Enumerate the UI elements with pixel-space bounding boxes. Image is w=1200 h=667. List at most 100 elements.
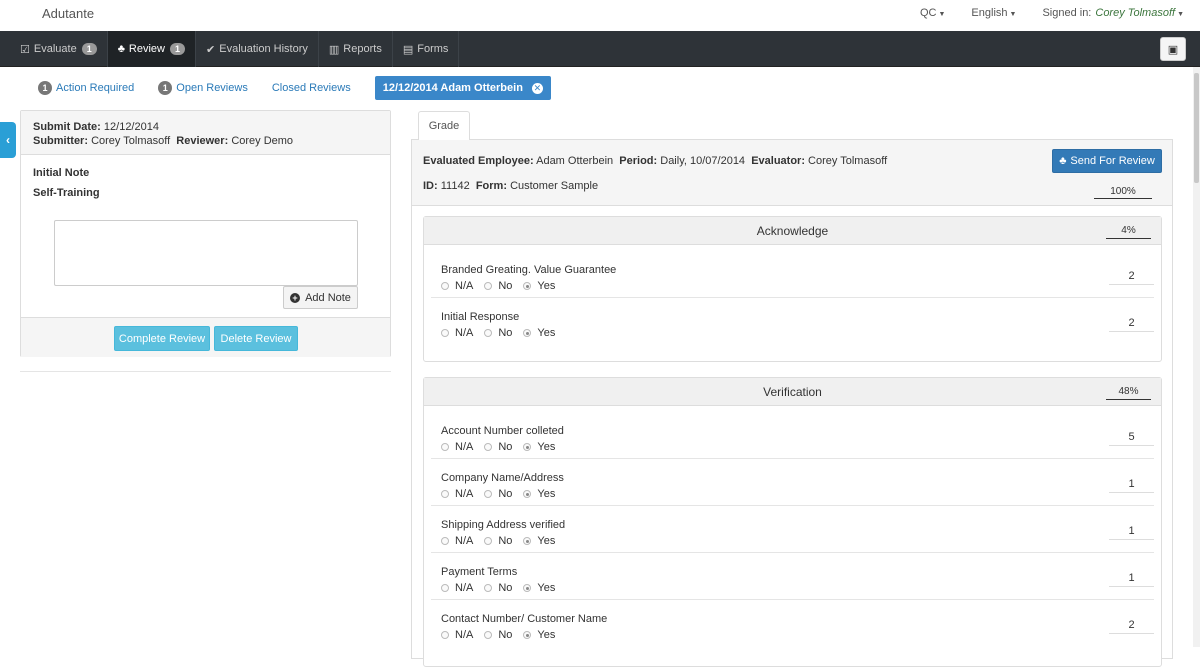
action-required-count: 1 — [38, 81, 52, 95]
subtab-action-required[interactable]: 1 Action Required — [38, 81, 134, 95]
review-subtabs: 1 Action Required 1 Open Reviews Closed … — [38, 76, 551, 100]
radio-yes[interactable]: Yes — [523, 327, 555, 339]
question-score[interactable]: 1 — [1109, 572, 1154, 587]
section-title: Acknowledge — [756, 224, 829, 238]
evaluate-count-badge: 1 — [81, 43, 97, 55]
question-score[interactable]: 5 — [1109, 431, 1154, 446]
radio-yes[interactable]: Yes — [523, 582, 555, 594]
users-icon: ♣ — [1059, 155, 1067, 167]
nav-tab-forms[interactable]: ▤ Forms — [393, 31, 460, 67]
caret-down-icon: ▼ — [1009, 11, 1017, 18]
section-title: Verification — [763, 385, 822, 399]
radio-na[interactable]: N/A — [441, 629, 473, 641]
radio-no[interactable]: No — [484, 582, 512, 594]
tab-grade[interactable]: Grade — [418, 111, 470, 140]
nav-tab-review[interactable]: ♣ Review 1 — [107, 31, 197, 67]
user-name: Corey Tolmasoff — [1095, 7, 1176, 19]
sidebar-toggle[interactable]: ‹ — [0, 122, 16, 158]
review-panel-footer: Complete Review Delete Review — [21, 317, 390, 357]
radio-na[interactable]: N/A — [441, 535, 473, 547]
nav-tab-evaluate[interactable]: ☑ Evaluate 1 — [10, 31, 108, 67]
users-icon: ♣ — [117, 43, 125, 55]
clipboard-icon: ▣ — [1167, 43, 1179, 56]
initial-note-heading: Initial Note — [33, 167, 90, 179]
comments-icon: ▤ — [402, 43, 414, 56]
radio-na[interactable]: N/A — [441, 280, 473, 292]
clipboard-check-icon: ☑ — [20, 43, 30, 56]
question-score[interactable]: 1 — [1109, 525, 1154, 540]
radio-no[interactable]: No — [484, 629, 512, 641]
section-percentage: 48% — [1106, 386, 1151, 400]
page-scrollbar[interactable] — [1193, 67, 1200, 647]
evaluation-id: 11142 — [440, 180, 470, 192]
question-score[interactable]: 2 — [1109, 270, 1154, 285]
submit-date: 12/12/2014 — [103, 121, 159, 133]
review-panel-header: Submit Date: 12/12/2014 Submitter: Corey… — [21, 111, 390, 155]
form-name: Customer Sample — [510, 180, 599, 192]
radio-no[interactable]: No — [484, 488, 512, 500]
bar-chart-icon: ▥ — [328, 43, 340, 56]
complete-review-button[interactable]: Complete Review — [114, 326, 210, 351]
radio-yes[interactable]: Yes — [523, 629, 555, 641]
radio-no[interactable]: No — [484, 441, 512, 453]
period: Daily, 10/07/2014 — [660, 155, 746, 167]
main-navbar: ☑ Evaluate 1 ♣ Review 1 ✔ Evaluation His… — [0, 31, 1200, 67]
radio-no[interactable]: No — [484, 535, 512, 547]
close-tab-icon[interactable]: ✕ — [531, 82, 543, 94]
note-textarea[interactable] — [54, 220, 358, 286]
top-nav: QC ▼ English ▼ Signed in: Corey Tolmasoff ▼ — [894, 7, 1184, 19]
app-brand[interactable]: Adutante — [42, 6, 94, 21]
question-row: Initial Response N/A No Yes 2 — [431, 298, 1154, 345]
subtab-open-reviews[interactable]: 1 Open Reviews — [158, 81, 248, 95]
language-dropdown[interactable]: English ▼ — [971, 7, 1016, 19]
plus-circle-icon: + — [290, 292, 301, 303]
tools-button[interactable]: ▣ — [1160, 37, 1186, 61]
top-header: Adutante QC ▼ English ▼ Signed in: Corey To… — [0, 0, 1200, 31]
signed-in-label: Signed in: — [1042, 7, 1092, 19]
review-panel: Submit Date: 12/12/2014 Submitter: Corey… — [20, 110, 391, 357]
radio-yes[interactable]: Yes — [523, 488, 555, 500]
radio-no[interactable]: No — [484, 327, 512, 339]
evaluated-employee: Adam Otterbein — [536, 155, 614, 167]
total-percentage: 100% — [1094, 186, 1152, 199]
radio-na[interactable]: N/A — [441, 488, 473, 500]
section-acknowledge: Acknowledge 4% Branded Greating. Value G… — [423, 216, 1162, 362]
add-note-button[interactable]: + Add Note — [283, 286, 358, 309]
radio-yes[interactable]: Yes — [523, 441, 555, 453]
scrollbar-thumb[interactable] — [1194, 73, 1199, 183]
question-score[interactable]: 2 — [1109, 619, 1154, 634]
radio-na[interactable]: N/A — [441, 327, 473, 339]
radio-yes[interactable]: Yes — [523, 280, 555, 292]
checkmark-icon: ✔ — [206, 43, 216, 56]
caret-down-icon: ▼ — [938, 11, 946, 18]
caret-down-icon: ▼ — [1177, 11, 1184, 18]
radio-yes[interactable]: Yes — [523, 535, 555, 547]
chevron-left-icon: ‹ — [6, 133, 10, 147]
question-row: Payment Terms N/A No Yes 1 — [431, 553, 1154, 600]
question-row: Branded Greating. Value Guarantee N/A No… — [431, 251, 1154, 298]
question-score[interactable]: 1 — [1109, 478, 1154, 493]
send-for-review-button[interactable]: ♣ Send For Review — [1052, 149, 1162, 173]
submitter: Corey Tolmasoff — [91, 135, 171, 147]
radio-no[interactable]: No — [484, 280, 512, 292]
question-score[interactable]: 2 — [1109, 317, 1154, 332]
subtab-closed-reviews[interactable]: Closed Reviews — [272, 82, 351, 94]
question-row: Shipping Address verified N/A No Yes 1 — [431, 506, 1154, 553]
grade-header: Evaluated Employee: Adam Otterbein Perio… — [412, 140, 1172, 206]
radio-na[interactable]: N/A — [441, 441, 473, 453]
subtab-active-review[interactable]: 12/12/2014 Adam Otterbein ✕ — [374, 76, 551, 100]
delete-review-button[interactable]: Delete Review — [214, 326, 298, 351]
radio-na[interactable]: N/A — [441, 582, 473, 594]
question-row: Account Number colleted N/A No Yes 5 — [431, 412, 1154, 459]
qc-dropdown[interactable]: QC ▼ — [920, 7, 945, 19]
section-verification: Verification 48% Account Number colleted… — [423, 377, 1162, 667]
nav-tab-evaluation-history[interactable]: ✔ Evaluation History — [196, 31, 319, 67]
divider — [20, 371, 391, 372]
user-menu[interactable]: Signed in: Corey Tolmasoff ▼ — [1042, 7, 1184, 19]
nav-tab-reports[interactable]: ▥ Reports — [319, 31, 393, 67]
review-count-badge: 1 — [170, 43, 186, 55]
self-training-heading: Self-Training — [33, 187, 100, 199]
open-reviews-count: 1 — [158, 81, 173, 95]
evaluator: Corey Tolmasoff — [808, 155, 888, 167]
section-percentage: 4% — [1106, 225, 1151, 239]
